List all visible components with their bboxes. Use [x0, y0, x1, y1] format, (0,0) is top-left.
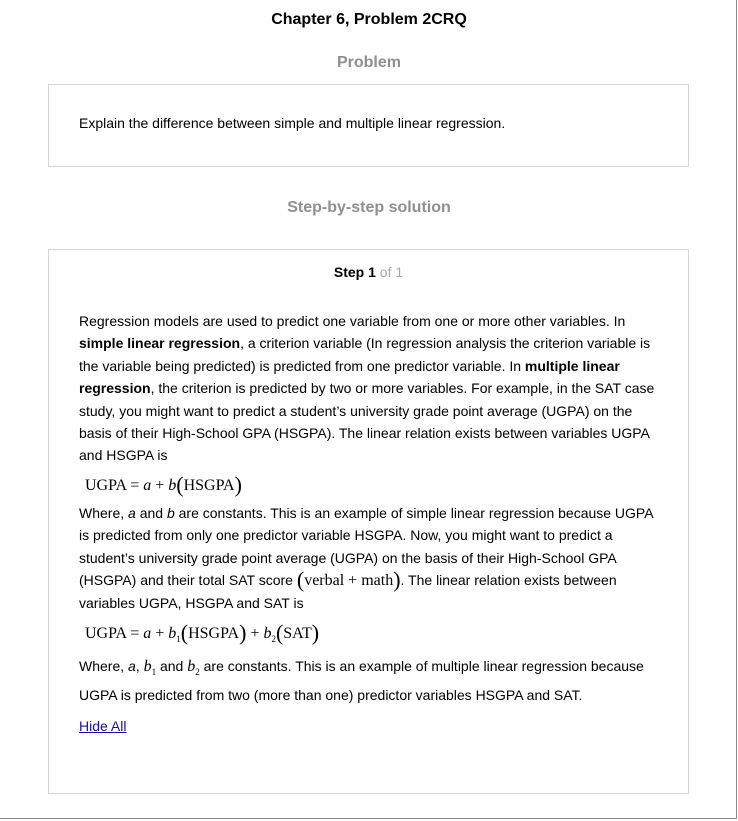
- var-a: a: [128, 658, 136, 675]
- var-b: b: [143, 658, 152, 676]
- eq-paren-open: (: [180, 619, 189, 645]
- eq-paren-close: ): [311, 619, 320, 645]
- text-run: Where,: [79, 658, 129, 675]
- text-run: and: [135, 504, 167, 521]
- var-b1: b1: [143, 658, 157, 677]
- page-title: Chapter 6, Problem 2CRQ: [271, 11, 467, 28]
- text-run: Regression models are used to predict on…: [79, 313, 626, 329]
- text-run: ,: [135, 658, 144, 675]
- solution-box: Step 1 of 1 Regression models are used t…: [48, 249, 689, 794]
- eq-plus: +: [246, 624, 264, 642]
- step-word: Step: [333, 264, 365, 280]
- var-a: a: [128, 504, 136, 521]
- equation-multiple-regression: UGPA = a + b1(HSGPA) + b2(SAT): [79, 619, 664, 651]
- eq-plus: +: [151, 624, 169, 642]
- problem-text: Explain the difference between simple an…: [79, 115, 506, 131]
- problem-heading: Problem: [336, 54, 401, 71]
- solution-heading: Step-by-step solution: [287, 199, 451, 216]
- text-run: Where,: [79, 504, 129, 521]
- term-simple-linear-regression: simple linear regression: [79, 335, 241, 352]
- step-number: 1: [368, 264, 376, 280]
- expr-text: verbal + math: [304, 572, 394, 590]
- solution-paragraph-3: Where, a, b1 and b2 are constants. This …: [79, 655, 664, 706]
- step-total: of 1: [379, 264, 404, 280]
- text-run: , the criterion is predicted by two or m…: [79, 380, 655, 464]
- eq-var: HSGPA: [188, 624, 240, 642]
- equation-simple-regression: UGPA = a + b(HSGPA): [79, 471, 664, 498]
- eq-var: SAT: [283, 624, 312, 642]
- inline-expression: (verbal + math): [297, 568, 401, 590]
- expr-paren-close: ): [393, 567, 401, 593]
- hide-all-link[interactable]: Hide All: [79, 715, 126, 737]
- eq-lhs: UGPA =: [85, 624, 144, 642]
- solution-paragraph-1: Regression models are used to predict on…: [79, 310, 664, 467]
- solution-content: Regression models are used to predict on…: [79, 310, 664, 737]
- problem-box: Explain the difference between simple an…: [48, 84, 689, 167]
- eq-paren-open: (: [176, 471, 184, 497]
- eq-paren-close: ): [234, 471, 242, 497]
- eq-plus: +: [151, 476, 169, 494]
- var-b: b: [166, 504, 175, 521]
- eq-lhs: UGPA =: [85, 476, 144, 494]
- solution-paragraph-2: Where, a and b are constants. This is an…: [79, 502, 664, 615]
- var-b2: b2: [187, 658, 200, 677]
- step-label: Step 1 of 1: [49, 264, 688, 280]
- text-run: and: [156, 658, 188, 675]
- eq-var: HSGPA: [183, 476, 235, 494]
